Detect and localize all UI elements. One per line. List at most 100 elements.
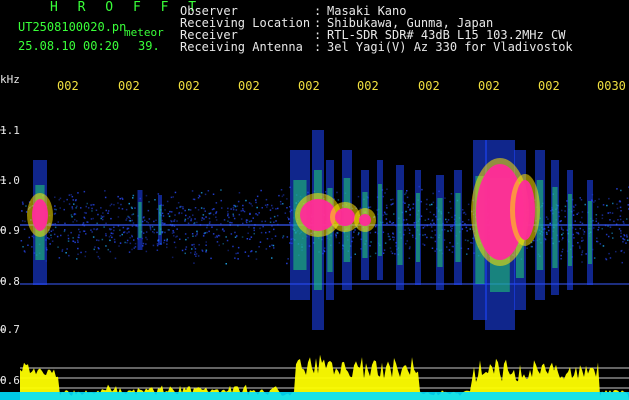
noise-speck: [579, 227, 581, 230]
noise-speck: [597, 206, 599, 208]
noise-speck: [201, 217, 204, 219]
noise-speck: [179, 238, 181, 240]
noise-speck: [163, 241, 165, 244]
noise-speck: [128, 251, 131, 253]
noise-speck: [118, 245, 120, 247]
noise-speck: [581, 261, 583, 263]
time-tick-label: 002: [357, 79, 379, 93]
noise-speck: [185, 214, 187, 217]
noise-speck: [369, 232, 372, 234]
noise-speck: [134, 207, 136, 209]
noise-speck: [100, 215, 103, 217]
noise-speck: [145, 250, 148, 253]
noise-speck: [208, 222, 211, 225]
noise-speck: [597, 222, 600, 224]
noise-speck: [408, 229, 411, 231]
noise-speck: [213, 208, 215, 210]
noise-speck: [211, 226, 213, 228]
noise-speck: [248, 226, 250, 228]
noise-speck: [96, 251, 98, 253]
noise-speck: [407, 206, 409, 208]
noise-speck: [145, 236, 147, 239]
noise-speck: [434, 250, 436, 252]
noise-speck: [234, 236, 237, 238]
noise-speck: [447, 219, 450, 221]
noise-speck: [204, 210, 206, 212]
noise-speck: [232, 215, 235, 217]
noise-speck: [131, 234, 133, 237]
noise-speck: [560, 220, 562, 222]
noise-speck: [59, 197, 62, 200]
noise-speck: [354, 253, 356, 255]
noise-speck: [195, 255, 197, 257]
noise-speck: [250, 220, 253, 222]
noise-speck: [113, 229, 115, 232]
noise-speck: [408, 204, 410, 206]
noise-speck: [250, 250, 252, 253]
noise-speck: [434, 234, 437, 236]
noise-speck: [272, 244, 275, 247]
noise-speck: [54, 205, 56, 207]
noise-speck: [430, 236, 432, 239]
noise-speck: [173, 241, 176, 244]
noise-speck: [107, 248, 109, 251]
noise-speck: [271, 207, 274, 209]
noise-speck: [264, 220, 267, 223]
noise-speck: [207, 190, 210, 192]
noise-speck: [245, 199, 247, 202]
time-tick-label: 0030: [597, 79, 626, 93]
noise-speck: [173, 231, 175, 234]
noise-speck: [277, 207, 279, 210]
freq-tick-label: 0.7: [0, 323, 20, 336]
noise-speck: [107, 212, 109, 214]
noise-speck: [208, 217, 211, 220]
noise-speck: [323, 247, 326, 249]
noise-speck: [118, 207, 120, 209]
noise-speck: [192, 214, 194, 216]
noise-speck: [582, 239, 584, 242]
echo-peak: [359, 214, 371, 226]
noise-speck: [206, 231, 208, 234]
noise-speck: [212, 233, 215, 235]
noise-speck: [231, 222, 233, 224]
noise-speck: [95, 209, 98, 211]
noise-speck: [205, 216, 207, 218]
noise-speck: [146, 238, 148, 241]
noise-speck: [526, 247, 528, 249]
noise-speck: [177, 202, 180, 204]
noise-speck: [105, 234, 107, 237]
noise-speck: [357, 195, 360, 198]
noise-speck: [236, 205, 239, 207]
noise-speck: [87, 207, 90, 209]
noise-speck: [145, 194, 148, 197]
noise-speck: [101, 238, 104, 241]
noise-speck: [132, 213, 135, 215]
noise-speck: [195, 253, 198, 255]
noise-speck: [86, 202, 88, 205]
noise-speck: [430, 226, 433, 228]
noise-speck: [194, 207, 197, 209]
noise-speck: [434, 240, 437, 243]
noise-speck: [621, 261, 623, 264]
noise-speck: [252, 217, 254, 219]
noise-speck: [233, 204, 235, 207]
noise-speck: [562, 237, 564, 239]
noise-speck: [353, 231, 355, 233]
noise-speck: [64, 229, 66, 231]
noise-speck: [258, 212, 260, 214]
echo-core: [138, 202, 142, 238]
noise-speck: [102, 212, 104, 214]
noise-speck: [264, 204, 267, 206]
noise-speck: [605, 233, 608, 236]
noise-speck: [234, 205, 237, 208]
noise-speck: [450, 230, 453, 232]
noise-speck: [265, 231, 267, 234]
noise-speck: [23, 250, 26, 252]
noise-speck: [126, 217, 128, 220]
noise-speck: [164, 231, 166, 234]
noise-speck: [450, 207, 452, 209]
noise-speck: [409, 246, 411, 248]
noise-speck: [215, 219, 218, 221]
noise-speck: [618, 228, 621, 230]
noise-speck: [548, 229, 550, 232]
